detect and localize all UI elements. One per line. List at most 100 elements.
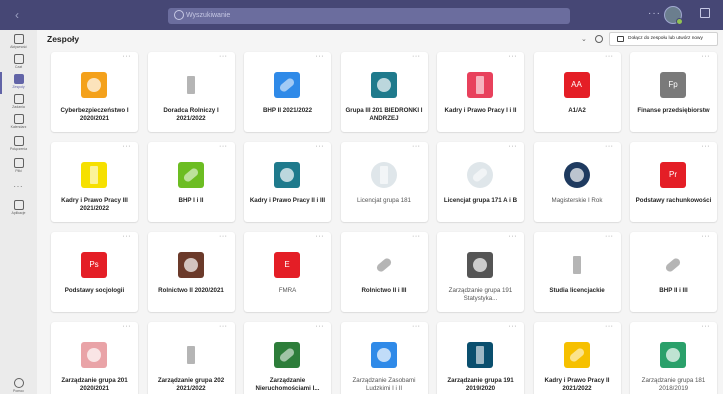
more-options-icon[interactable]: ···: [123, 233, 132, 240]
team-card[interactable]: ··· Grupa III 201 BIEDRONKI I ANDRZEJ: [340, 52, 428, 132]
team-card[interactable]: ··· Cyberbezpieczeństwo I 2020/2021: [51, 52, 138, 132]
more-options-icon[interactable]: ···: [648, 8, 661, 20]
chevron-down-icon[interactable]: ⌄: [581, 35, 587, 43]
microscope-icon: [370, 72, 397, 98]
team-card[interactable]: ··· Fp Finanse przedsiębiorstw: [630, 52, 717, 132]
more-options-icon[interactable]: ···: [605, 323, 614, 330]
bell-icon: [13, 34, 24, 44]
team-card[interactable]: ··· Kadry i Prawo Pracy I i II: [437, 52, 524, 132]
team-name: BHP I i II: [178, 197, 204, 204]
search-icon: [174, 10, 184, 20]
team-card[interactable]: ··· Pr Podstawy rachunkowości: [630, 142, 717, 222]
maximize-window-icon[interactable]: [700, 8, 710, 18]
team-card[interactable]: ··· Rolnictwo II 2020/2021: [147, 232, 235, 312]
join-or-create-team-button[interactable]: Dołącz do zespołu lub utwórz nowy: [609, 32, 718, 46]
team-card[interactable]: ··· Kadry i Prawo Pracy III 2021/2022: [51, 142, 138, 222]
team-initials: E: [284, 260, 290, 269]
files-icon: [13, 158, 24, 168]
team-card[interactable]: ··· Licencjat grupa 181: [340, 142, 428, 222]
more-options-icon[interactable]: ···: [219, 233, 228, 240]
more-options-icon[interactable]: ···: [219, 143, 228, 150]
team-initials-tile: E: [274, 252, 300, 278]
team-card[interactable]: ··· Zarządzanie grupa 181 2018/2019: [630, 322, 717, 394]
team-card[interactable]: ··· Zarządzanie grupa 191 2019/2020: [437, 322, 524, 394]
more-options-icon[interactable]: ···: [509, 233, 518, 240]
more-options-icon[interactable]: ···: [509, 53, 518, 60]
more-options-icon[interactable]: ···: [412, 53, 421, 60]
team-card[interactable]: ··· Kadry i Prawo Pracy II 2021/2022: [533, 322, 621, 394]
title-bar: ‹ Wyszukiwanie ···: [0, 0, 723, 30]
more-options-icon[interactable]: ···: [123, 53, 132, 60]
team-name: Studia licencjackie: [549, 287, 605, 294]
gavel-icon: [467, 72, 493, 98]
team-card[interactable]: ··· BHP I i II: [147, 142, 235, 222]
more-options-icon[interactable]: ···: [412, 143, 421, 150]
team-card[interactable]: ··· Zarządzanie Zasobami Ludzkimi I i II: [340, 322, 428, 394]
team-name: Licencjat grupa 171 A i B: [443, 197, 518, 204]
more-options-icon[interactable]: ···: [123, 143, 132, 150]
team-initials: Fp: [668, 80, 678, 89]
avatar[interactable]: [664, 6, 683, 25]
team-name: Rolnictwo II 2020/2021: [158, 287, 224, 294]
team-card[interactable]: ··· Rolnictwo II i III: [340, 232, 428, 312]
assignments-icon: [13, 94, 24, 104]
rail-more[interactable]: ...: [0, 180, 37, 189]
more-options-icon[interactable]: ···: [605, 233, 614, 240]
more-options-icon[interactable]: ···: [219, 53, 228, 60]
bandage-icon: [274, 72, 300, 98]
more-options-icon[interactable]: ···: [702, 53, 711, 60]
university-seal-icon: [563, 162, 590, 188]
team-card[interactable]: ··· BHP II i III: [630, 232, 717, 312]
team-card[interactable]: ··· AA A1/A2: [533, 52, 621, 132]
team-card[interactable]: ··· Zarządzanie grupa 201 2020/2021: [51, 322, 138, 394]
team-name: Zarządzanie grupa 202 2021/2022: [157, 377, 225, 392]
team-card[interactable]: ··· Doradca Rolniczy I 2021/2022: [147, 52, 235, 132]
team-name: Doradca Rolniczy I 2021/2022: [163, 107, 219, 122]
search-input[interactable]: Wyszukiwanie: [186, 10, 230, 22]
gear-icon[interactable]: [595, 35, 603, 43]
camp-tent-icon: [274, 342, 300, 368]
column-icon: [81, 342, 107, 368]
back-arrow-icon[interactable]: ‹: [10, 8, 24, 22]
battery-icon: [177, 162, 204, 188]
more-options-icon[interactable]: ···: [509, 323, 518, 330]
team-card[interactable]: ··· Studia licencjackie: [533, 232, 621, 312]
more-options-icon[interactable]: ···: [702, 323, 711, 330]
more-options-icon[interactable]: ···: [412, 233, 421, 240]
rail-apps[interactable]: Aplikacje: [0, 198, 37, 224]
teams-icon: [13, 74, 24, 84]
team-name: Kadry i Prawo Pracy II 2021/2022: [544, 377, 610, 392]
team-card[interactable]: ··· Licencjat grupa 171 A i B: [437, 142, 524, 222]
rail-files[interactable]: Pliki: [0, 156, 37, 182]
more-options-icon[interactable]: ···: [605, 143, 614, 150]
more-options-icon[interactable]: ···: [509, 143, 518, 150]
team-card[interactable]: ··· BHP II 2021/2022: [244, 52, 331, 132]
desk-icon: [177, 342, 204, 368]
more-options-icon[interactable]: ···: [316, 323, 325, 330]
team-card[interactable]: ··· Zarządzanie Nieruchomościami I...: [244, 322, 331, 394]
more-options-icon[interactable]: ···: [412, 323, 421, 330]
more-options-icon[interactable]: ···: [316, 143, 325, 150]
team-name: Rolnictwo II i III: [361, 287, 407, 294]
university-seal-icon: [563, 252, 590, 278]
team-card[interactable]: ··· Magisterskie I Rok: [533, 142, 621, 222]
search-box[interactable]: Wyszukiwanie: [168, 8, 570, 24]
more-options-icon[interactable]: ···: [123, 323, 132, 330]
team-card[interactable]: ··· Kadry i Prawo Pracy II i III: [244, 142, 331, 222]
team-name: Kadry i Prawo Pracy II i III: [249, 197, 326, 204]
team-card[interactable]: ··· Zarządzanie grupa 202 2021/2022: [147, 322, 235, 394]
more-options-icon[interactable]: ···: [316, 53, 325, 60]
page-title: Zespoły: [47, 34, 80, 44]
university-seal-icon: [370, 162, 397, 188]
team-card[interactable]: ··· E FMRA: [244, 232, 331, 312]
globe-icon: [467, 342, 493, 368]
more-options-icon[interactable]: ···: [702, 143, 711, 150]
rail-help[interactable]: Pomoc: [0, 376, 37, 394]
team-card[interactable]: ··· Ps Podstawy socjologii: [51, 232, 138, 312]
globe-grid-icon: [660, 342, 686, 368]
more-options-icon[interactable]: ···: [702, 233, 711, 240]
more-options-icon[interactable]: ···: [316, 233, 325, 240]
more-options-icon[interactable]: ···: [605, 53, 614, 60]
team-card[interactable]: ··· Zarządzanie grupa 191 Statystyka...: [437, 232, 524, 312]
more-options-icon[interactable]: ···: [219, 323, 228, 330]
